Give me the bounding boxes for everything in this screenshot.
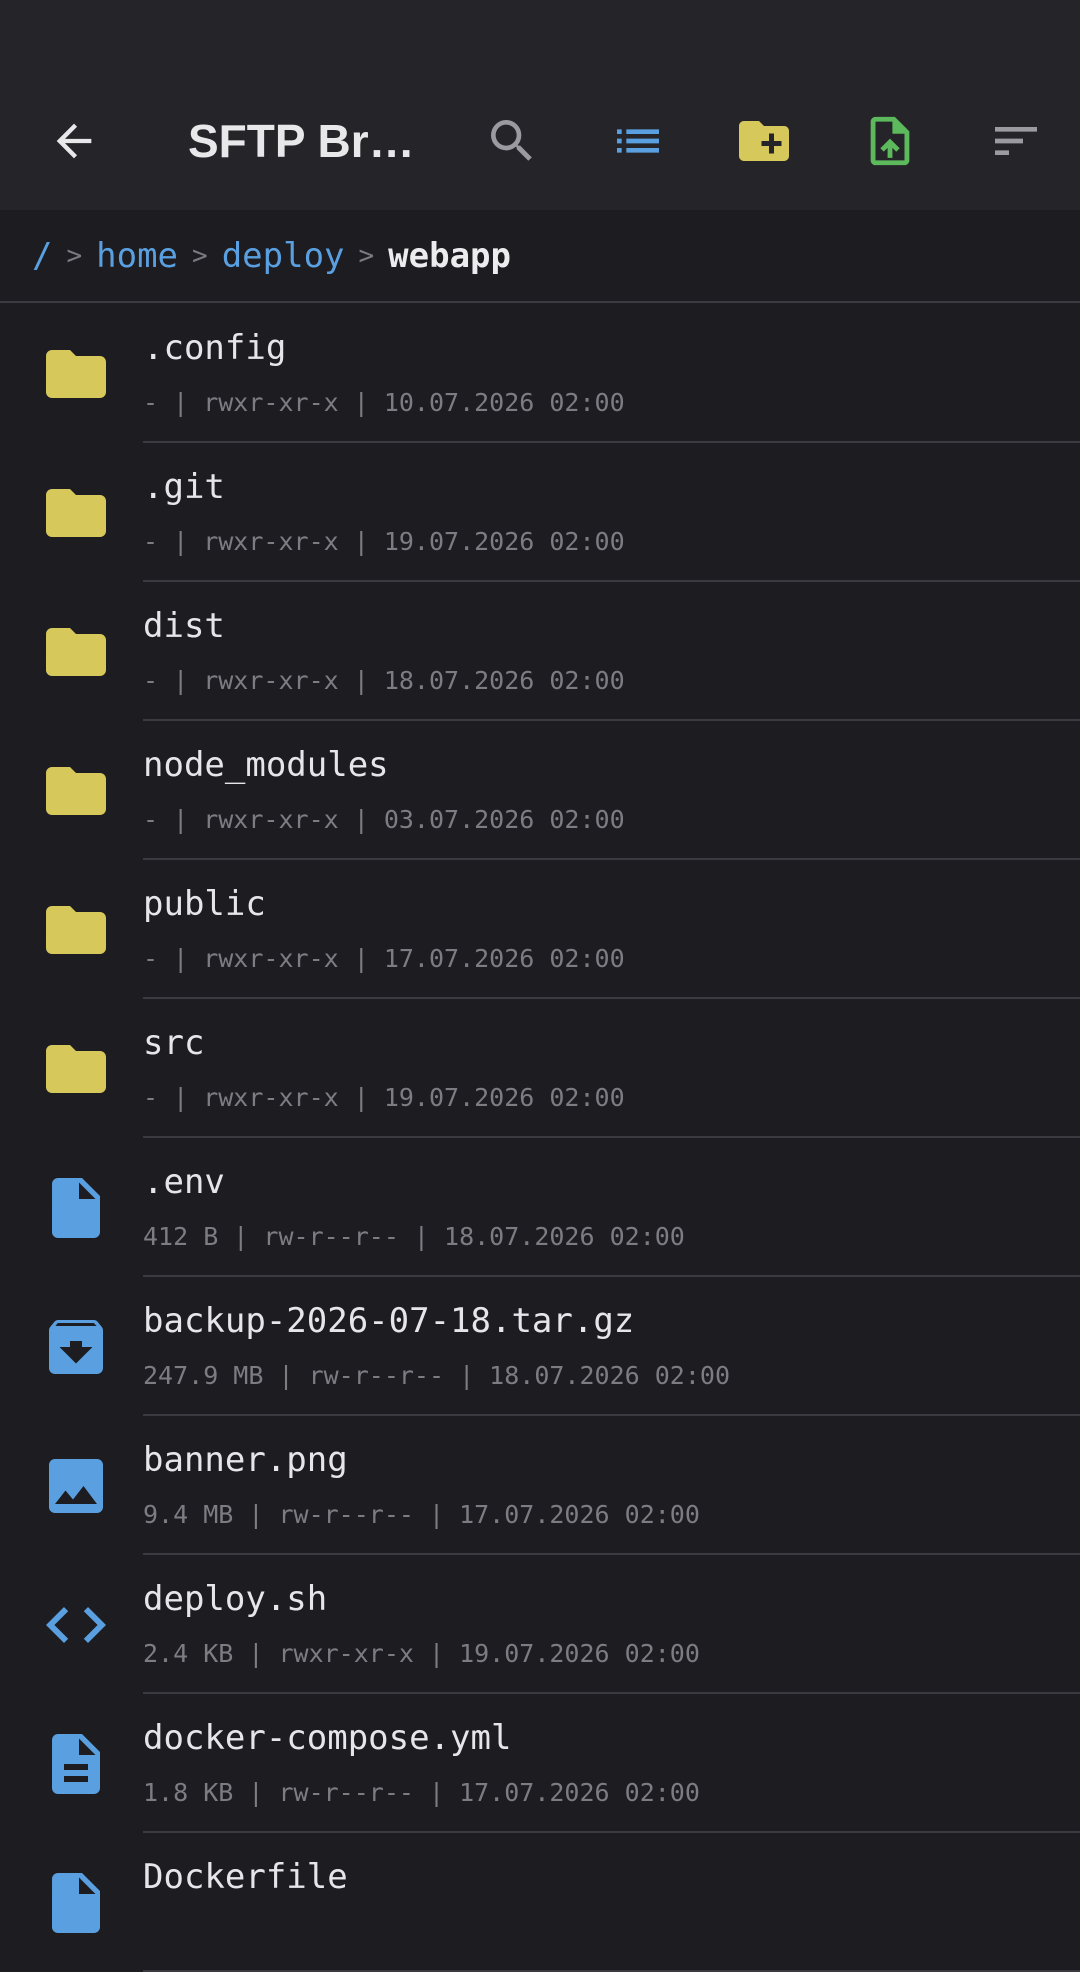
folder-icon	[40, 1033, 112, 1105]
file-meta: - | rwxr-xr-x | 03.07.2026 02:00	[143, 805, 625, 834]
breadcrumb-separator: >	[192, 240, 208, 271]
file-name: banner.png	[143, 1440, 348, 1480]
sort-button[interactable]	[986, 111, 1046, 171]
upload-file-button[interactable]	[860, 111, 920, 171]
toolbar: SFTP Br…	[0, 72, 1080, 210]
file-name: .config	[143, 328, 287, 368]
file-meta: 412 B | rw-r--r-- | 18.07.2026 02:00	[143, 1222, 685, 1251]
file-name: docker-compose.yml	[143, 1718, 512, 1758]
folder-icon	[40, 894, 112, 966]
list-view-button[interactable]	[608, 111, 668, 171]
file-name: src	[143, 1023, 205, 1063]
image-icon	[40, 1450, 112, 1522]
file-meta: - | rwxr-xr-x | 19.07.2026 02:00	[143, 527, 625, 556]
search-button[interactable]	[482, 111, 542, 171]
archive-icon	[40, 1311, 112, 1383]
sort-icon	[995, 127, 1037, 155]
file-row[interactable]: src - | rwxr-xr-x | 19.07.2026 02:00	[0, 999, 1080, 1138]
breadcrumb-home[interactable]: home	[96, 236, 178, 276]
file-row[interactable]: public - | rwxr-xr-x | 17.07.2026 02:00	[0, 860, 1080, 999]
file-icon	[40, 1867, 112, 1939]
back-button[interactable]	[44, 111, 104, 171]
code-icon	[40, 1589, 112, 1661]
arrow-back-icon	[56, 123, 92, 159]
file-icon	[40, 1172, 112, 1244]
upload-file-icon	[870, 116, 910, 166]
file-meta: 2.4 KB | rwxr-xr-x | 19.07.2026 02:00	[143, 1639, 700, 1668]
status-bar	[0, 0, 1080, 72]
file-row[interactable]: .git - | rwxr-xr-x | 19.07.2026 02:00	[0, 443, 1080, 582]
file-meta: - | rwxr-xr-x | 17.07.2026 02:00	[143, 944, 625, 973]
folder-icon	[40, 755, 112, 827]
toolbar-title: SFTP Br…	[188, 115, 415, 167]
file-name: dist	[143, 606, 225, 646]
create-folder-icon	[739, 121, 789, 161]
file-meta: 247.9 MB | rw-r--r-- | 18.07.2026 02:00	[143, 1361, 730, 1390]
breadcrumb-root[interactable]: /	[32, 236, 52, 276]
breadcrumb-separator: >	[358, 240, 375, 271]
file-row[interactable]: backup-2026-07-18.tar.gz 247.9 MB | rw-r-…	[0, 1277, 1080, 1416]
breadcrumb-current: webapp	[388, 235, 511, 276]
folder-icon	[40, 616, 112, 688]
folder-icon	[40, 477, 112, 549]
file-name: deploy.sh	[143, 1579, 328, 1619]
file-meta: 1.8 KB | rw-r--r-- | 17.07.2026 02:00	[143, 1778, 700, 1807]
breadcrumb-deploy[interactable]: deploy	[222, 236, 345, 276]
file-row[interactable]: docker-compose.yml 1.8 KB | rw-r--r-- | 1…	[0, 1694, 1080, 1833]
text-file-icon	[40, 1728, 112, 1800]
file-name: .git	[143, 467, 225, 507]
file-name: Dockerfile	[143, 1857, 348, 1897]
file-row[interactable]: Dockerfile	[0, 1833, 1080, 1972]
file-meta: - | rwxr-xr-x | 18.07.2026 02:00	[143, 666, 625, 695]
file-row[interactable]: node_modules - | rwxr-xr-x | 03.07.2026 0…	[0, 721, 1080, 860]
file-name: .env	[143, 1162, 225, 1202]
list-view-icon	[617, 129, 659, 153]
file-row[interactable]: dist - | rwxr-xr-x | 18.07.2026 02:00	[0, 582, 1080, 721]
file-row[interactable]: deploy.sh 2.4 KB | rwxr-xr-x | 19.07.2026…	[0, 1555, 1080, 1694]
file-row[interactable]: banner.png 9.4 MB | rw-r--r-- | 17.07.202…	[0, 1416, 1080, 1555]
create-folder-button[interactable]	[734, 111, 794, 171]
file-name: node_modules	[143, 745, 389, 785]
file-row[interactable]: .config - | rwxr-xr-x | 10.07.2026 02:00	[0, 304, 1080, 443]
file-meta: - | rwxr-xr-x | 10.07.2026 02:00	[143, 388, 625, 417]
breadcrumb-separator: >	[66, 240, 83, 271]
folder-icon	[40, 338, 112, 410]
search-icon	[491, 120, 532, 161]
file-list: .config - | rwxr-xr-x | 10.07.2026 02:00.…	[0, 304, 1080, 1972]
file-name: backup-2026-07-18.tar.gz	[143, 1301, 635, 1341]
file-row[interactable]: .env 412 B | rw-r--r-- | 18.07.2026 02:00	[0, 1138, 1080, 1277]
file-name: public	[143, 884, 266, 924]
breadcrumb: / > home > deploy > webapp	[0, 210, 1080, 303]
file-meta: - | rwxr-xr-x | 19.07.2026 02:00	[143, 1083, 625, 1112]
file-meta: 9.4 MB | rw-r--r-- | 17.07.2026 02:00	[143, 1500, 700, 1529]
